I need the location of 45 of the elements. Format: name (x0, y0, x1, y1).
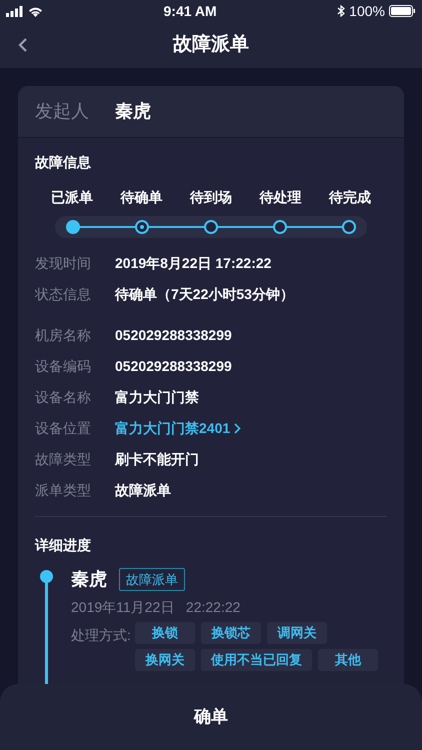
chevron-icon (234, 423, 242, 434)
step-label: 待到场 (188, 188, 233, 207)
field-value: 故障派单 (115, 481, 171, 500)
field-value: 052029288338299 (115, 326, 232, 345)
method-chip[interactable]: 换锁 (134, 622, 195, 644)
field-value: 秦虎 (115, 100, 151, 123)
battery-icon (388, 5, 416, 17)
tag-label: 故障派单 (119, 568, 185, 592)
field-value: 2019年8月22日 17:22:22 (115, 254, 272, 273)
field-label: 发起人 (35, 100, 89, 123)
method-chip[interactable]: 其他 (318, 649, 378, 671)
field-value: 052029288338299 (115, 357, 232, 376)
step-label: 待处理 (258, 188, 302, 207)
field-value: 刷卡不能开门 (115, 450, 199, 469)
wifi-icon (28, 6, 43, 16)
field-value: 富力大门门禁 (115, 388, 199, 407)
entry-time: 2019年11月22日 22:22:22 (71, 598, 242, 617)
person-name: 秦虎 (71, 568, 107, 591)
field-label: 处理方式: (71, 626, 131, 645)
page-title: 故障派单 (173, 32, 249, 57)
step-label: 待确单 (119, 188, 164, 207)
field-label: 设备位置 (35, 419, 92, 438)
status-time: 9:41 AM (164, 2, 217, 20)
field-label: 故障类型 (35, 450, 92, 469)
method-chip[interactable]: 换网关 (134, 649, 195, 671)
back-icon[interactable] (18, 37, 28, 53)
method-chip[interactable]: 换锁芯 (200, 622, 261, 644)
field-label: 机房名称 (35, 326, 92, 345)
location-link[interactable]: 富力大门门禁2401 (115, 418, 242, 439)
section-title: 详细进度 (35, 536, 92, 555)
section-title: 故障信息 (35, 153, 92, 172)
step-label: 待完成 (328, 188, 372, 207)
field-label: 设备名称 (35, 388, 92, 407)
bluetooth-icon (337, 5, 346, 17)
field-value: 待确单（7天22小时53分钟） (115, 285, 294, 304)
method-chip[interactable]: 使用不当已回复 (200, 649, 312, 671)
signal-icon (6, 6, 24, 16)
battery-percent: 100% (349, 2, 385, 20)
field-label: 状态信息 (35, 285, 92, 304)
field-label: 发现时间 (35, 254, 92, 273)
confirm-button[interactable]: 确单 (178, 698, 244, 736)
method-chip[interactable]: 调网关 (266, 622, 327, 644)
field-label: 派单类型 (35, 481, 92, 500)
field-label: 设备编码 (35, 357, 92, 376)
step-label: 已派单 (50, 188, 94, 207)
